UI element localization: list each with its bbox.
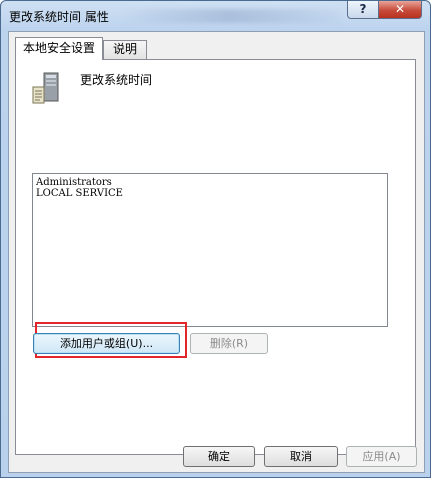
window-title: 更改系统时间 属性 [9,10,109,24]
list-item[interactable]: LOCAL SERVICE [36,188,384,199]
tab-local-security-setting[interactable]: 本地安全设置 [15,37,103,60]
dialog-client-area: 本地安全设置 说明 更改系统时间 Administrators LOCAL SE… [8,31,425,473]
remove-button[interactable]: 删除(R) [190,333,268,354]
accounts-list[interactable]: Administrators LOCAL SERVICE [32,173,388,327]
blurred-background-text [119,9,339,23]
apply-button[interactable]: 应用(A) [346,446,417,467]
tab-explain[interactable]: 说明 [103,40,147,59]
tab-panel: 更改系统时间 Administrators LOCAL SERVICE 添加用户… [15,59,416,455]
policy-name: 更改系统时间 [80,73,153,87]
ok-button[interactable]: 确定 [183,446,255,467]
add-user-or-group-button[interactable]: 添加用户或组(U)... [33,333,180,354]
help-button[interactable]: ? [347,1,379,19]
list-item[interactable]: Administrators [36,177,384,188]
cancel-button[interactable]: 取消 [264,446,338,467]
close-button[interactable]: ✕ [378,1,422,19]
computer-tower-icon [32,72,59,104]
title-bar[interactable]: 更改系统时间 属性 ? ✕ [1,1,430,29]
properties-dialog: 更改系统时间 属性 ? ✕ 本地安全设置 说明 更改系统时间 Administr… [0,0,431,478]
